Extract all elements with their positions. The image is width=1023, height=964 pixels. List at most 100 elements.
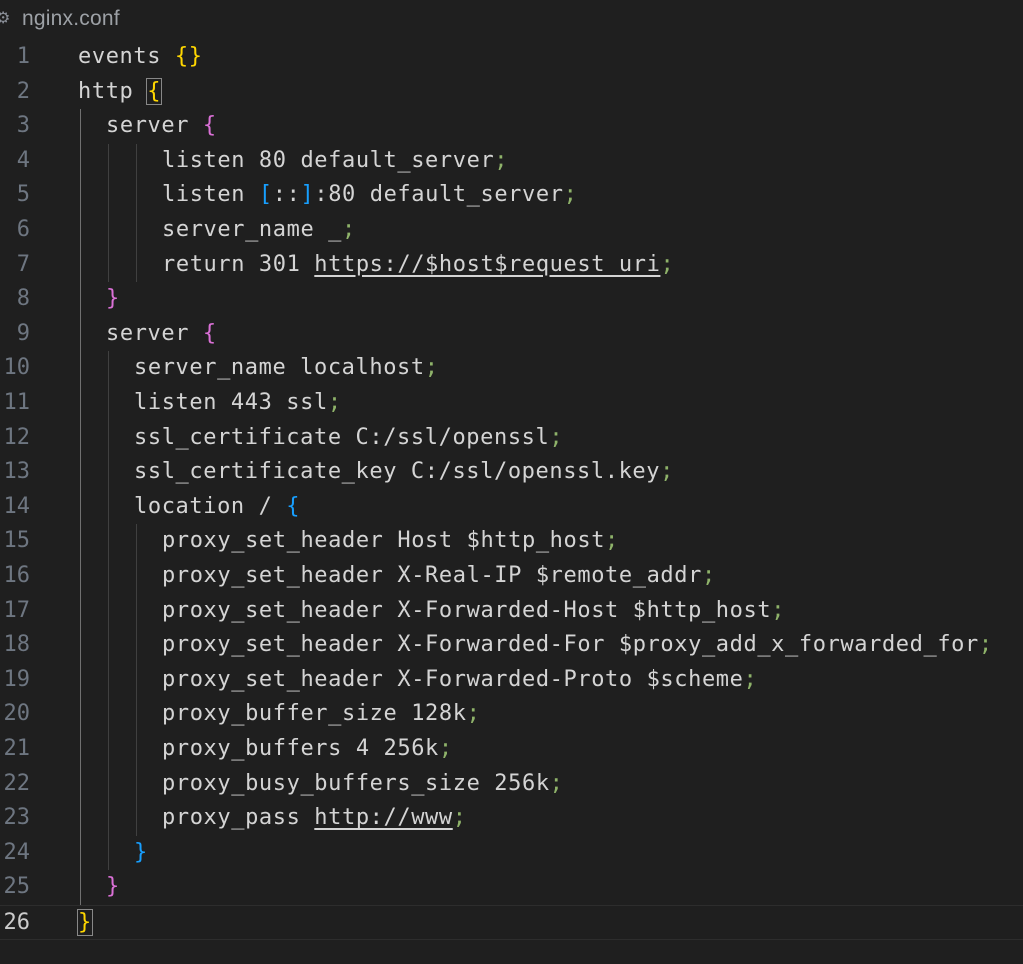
code-line[interactable]: 14 location / {	[0, 490, 1023, 525]
line-number: 19	[3, 666, 31, 692]
code-line[interactable]: 23 proxy_pass http://www;	[0, 801, 1023, 836]
semicolon-token: ;	[549, 424, 564, 450]
code-line[interactable]: 6 server_name _;	[0, 213, 1023, 248]
code-line[interactable]: 24}	[0, 836, 1023, 871]
line-number: 26	[3, 910, 31, 935]
code-text: listen 443 ssl;	[134, 386, 342, 420]
code-token: http	[78, 78, 148, 104]
code-line[interactable]: 21 proxy_buffers 4 256k;	[0, 732, 1023, 767]
code-line[interactable]: 19 proxy_set_header X-Forwarded-Proto $sc…	[0, 663, 1023, 698]
code-line[interactable]: 26}	[0, 905, 1023, 940]
semicolon-token: ;	[771, 597, 786, 623]
line-number: 11	[3, 390, 31, 415]
code-text: proxy_set_header X-Forwarded-For $proxy_…	[162, 628, 993, 662]
indent-guide	[108, 351, 109, 871]
line-number: 3	[16, 113, 30, 139]
code-line[interactable]: 13 ssl_certificate_key C:/ssl/openssl.key…	[0, 455, 1023, 490]
semicolon-token: ;	[424, 355, 439, 381]
code-line[interactable]: 3 server {	[0, 109, 1023, 144]
code-token: events	[78, 44, 175, 69]
bracket-token: {	[286, 493, 301, 519]
bracket-token: }	[77, 909, 93, 936]
line-number: 5	[16, 182, 30, 208]
code-token: server_name _	[162, 217, 342, 242]
semicolon-token: ;	[660, 459, 674, 485]
code-line[interactable]: 4 listen 80 default_server;	[0, 144, 1023, 179]
line-number: 8	[16, 286, 30, 312]
code-line[interactable]: 16 proxy_set_header X-Real-IP $remote_add…	[0, 559, 1023, 594]
code-line[interactable]: 18 proxy_set_header X-Forwarded-For $prox…	[0, 628, 1023, 663]
code-line[interactable]: 17 proxy_set_header X-Forwarded-Host $htt…	[0, 594, 1023, 629]
line-number: 14	[3, 493, 31, 519]
semicolon-token: ;	[342, 217, 356, 242]
code-line[interactable]: 9 server {	[0, 317, 1023, 352]
code-line[interactable]: 8}	[0, 282, 1023, 317]
code-line[interactable]: 12 ssl_certificate C:/ssl/openssl;	[0, 421, 1023, 456]
code-text: proxy_pass http://www;	[162, 801, 467, 835]
code-line[interactable]: 22 proxy_busy_buffers_size 256k;	[0, 767, 1023, 802]
gear-icon: ⚙	[0, 8, 11, 27]
line-number: 1	[16, 44, 30, 69]
link-token[interactable]: http://www	[314, 805, 452, 830]
code-token: proxy_set_header X-Real-IP $remote_addr	[162, 563, 702, 588]
line-number: 21	[3, 736, 31, 761]
code-line[interactable]: 20 proxy_buffer_size 128k;	[0, 697, 1023, 732]
semicolon-token: ;	[452, 805, 467, 831]
code-text: server {	[106, 109, 217, 143]
code-token: listen	[162, 182, 259, 208]
bracket-token: }	[134, 839, 148, 865]
file-name: nginx.conf	[22, 7, 120, 30]
code-text: }	[134, 836, 148, 870]
code-token: proxy_set_header Host $http_host	[162, 528, 606, 554]
code-text: proxy_set_header X-Forwarded-Proto $sche…	[162, 663, 757, 697]
code-token: proxy_busy_buffers_size 256k	[162, 770, 550, 796]
line-number: 12	[3, 424, 31, 450]
semicolon-token: ;	[743, 666, 758, 692]
code-line[interactable]: 2 http {	[0, 75, 1023, 110]
semicolon-token: ;	[978, 632, 993, 658]
semicolon-token: ;	[563, 182, 578, 208]
code-token: proxy_buffer_size 128k	[162, 701, 467, 727]
link-token[interactable]: https://$host$request_uri	[314, 252, 660, 277]
code-line[interactable]: 25}	[0, 870, 1023, 905]
code-token: server	[106, 320, 203, 346]
semicolon-token: ;	[660, 251, 675, 277]
code-line[interactable]: 5 listen [::]:80 default_server;	[0, 178, 1023, 213]
code-token: location /	[134, 493, 287, 519]
indent-guide	[108, 143, 109, 283]
code-text: listen [::]:80 default_server;	[162, 178, 577, 212]
code-line[interactable]: 7 return 301 https://$host$request_uri;	[0, 248, 1023, 283]
semicolon-token: ;	[494, 147, 509, 173]
semicolon-token: ;	[549, 770, 564, 796]
line-number: 15	[3, 528, 31, 554]
code-text: ssl_certificate C:/ssl/openssl;	[134, 421, 563, 455]
bracket-token: ]	[300, 182, 315, 208]
code-text: }	[106, 282, 120, 316]
bracket-token: }	[106, 874, 120, 900]
indent-guide	[80, 109, 81, 905]
indent-guide	[136, 143, 137, 283]
editor-tab[interactable]: ⚙ nginx.conf	[0, 0, 1023, 42]
code-text: }	[77, 906, 93, 940]
semicolon-token: ;	[327, 390, 342, 415]
bracket-token: {}	[174, 44, 203, 69]
code-line[interactable]: 1 events {}	[0, 40, 1023, 75]
semicolon-token: ;	[605, 528, 619, 554]
code-text: server_name _;	[162, 213, 356, 247]
code-editor[interactable]: 1 events {} 2 http {3 server {4 listen 80 def…	[0, 40, 1023, 964]
code-line[interactable]: 10 server_name localhost;	[0, 351, 1023, 386]
line-number: 25	[3, 874, 31, 900]
code-text: }	[106, 870, 120, 904]
code-token: :80 default_server	[314, 182, 564, 208]
code-text: ssl_certificate_key C:/ssl/openssl.key;	[134, 455, 674, 489]
line-number: 23	[3, 805, 31, 831]
line-number: 9	[16, 320, 30, 346]
code-token: ssl_certificate C:/ssl/openssl	[134, 424, 550, 450]
code-line[interactable]: 15 proxy_set_header Host $http_host;	[0, 524, 1023, 559]
code-line[interactable]: 11 listen 443 ssl;	[0, 386, 1023, 421]
code-token: listen 80 default_server	[162, 147, 495, 173]
code-text: server {	[106, 317, 217, 351]
code-token: ssl_certificate_key C:/ssl/openssl.key	[134, 459, 661, 485]
code-token: proxy_set_header X-Forwarded-Proto $sche…	[162, 666, 744, 692]
bracket-token: [	[258, 182, 273, 208]
